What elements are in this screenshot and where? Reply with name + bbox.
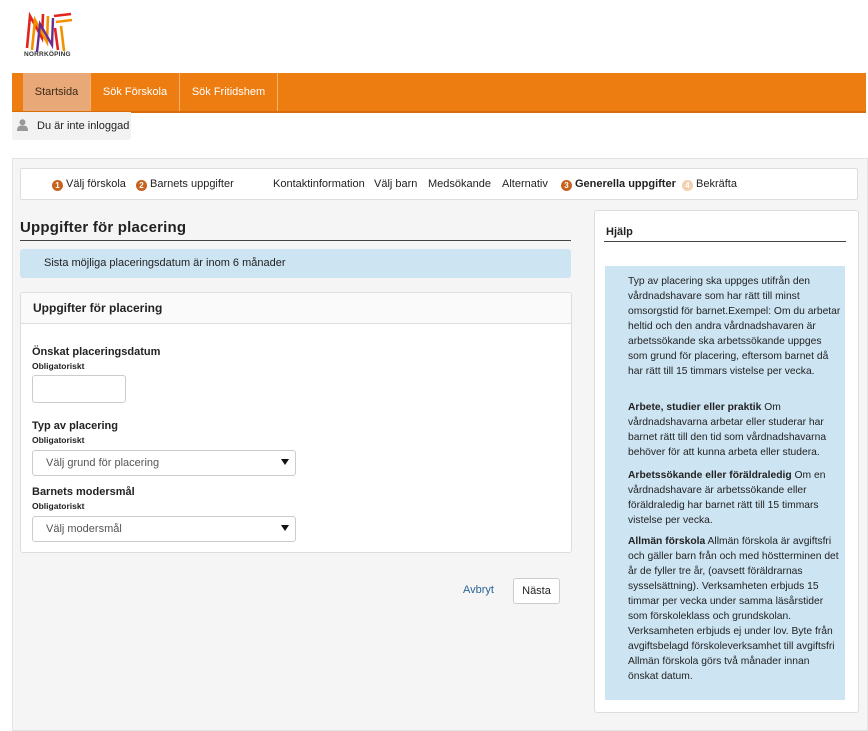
help-item-term: Arbete, studier eller praktik (628, 402, 762, 413)
step-number-icon: 2 (136, 180, 147, 191)
placement-type-label: Typ av placering (32, 420, 118, 432)
nav-sok-fritidshem[interactable]: Sök Fritidshem (180, 73, 278, 111)
login-status: Du är inte inloggad (12, 112, 131, 140)
step-number-icon: 1 (52, 180, 63, 191)
date-label: Önskat placeringsdatum (32, 346, 161, 358)
divider (20, 240, 571, 241)
mother-tongue-label: Barnets modersmål (32, 486, 135, 498)
step-generella-uppgifter[interactable]: 3 Generella uppgifter (561, 169, 676, 199)
help-item: Allmän förskola Allmän förskola är avgif… (628, 534, 842, 684)
panel-title: Uppgifter för placering (33, 301, 163, 315)
divider (604, 241, 846, 242)
help-item-term: Allmän förskola (628, 536, 706, 547)
select-value: Välj modersmål (46, 523, 122, 535)
step-valj-barn[interactable]: Välj barn (374, 169, 417, 199)
login-text: Du är inte inloggad (37, 120, 130, 132)
brand-name: NORRKÖPING (24, 51, 71, 58)
mother-tongue-required: Obligatoriskt (32, 501, 85, 511)
user-icon (17, 119, 28, 131)
step-label: Generella uppgifter (575, 178, 676, 190)
mother-tongue-select[interactable]: Välj modersmål (32, 516, 296, 542)
help-title: Hjälp (606, 226, 633, 238)
step-number-icon: 4 (682, 180, 693, 191)
help-item-term: Arbetssökande eller föräldraledig (628, 470, 792, 481)
help-intro: Typ av placering ska uppges utifrån den … (628, 276, 841, 377)
placement-type-required: Obligatoriskt (32, 435, 85, 445)
wizard-steps: 1 Välj förskola 2 Barnets uppgifter Kontak… (20, 168, 858, 200)
step-barnets-uppgifter[interactable]: 2 Barnets uppgifter (136, 169, 234, 199)
select-value: Välj grund för placering (46, 457, 160, 469)
info-alert: Sista möjliga placeringsdatum är inom 6 … (20, 249, 571, 278)
step-bekrafta[interactable]: 4 Bekräfta (682, 169, 737, 199)
main-nav: Startsida Sök Förskola Sök Fritidshem (12, 73, 866, 113)
placement-date-input[interactable] (32, 375, 126, 403)
step-label: Barnets uppgifter (150, 178, 234, 190)
step-label: Bekräfta (696, 178, 737, 190)
nav-sok-forskola[interactable]: Sök Förskola (91, 73, 180, 111)
nav-startsida[interactable]: Startsida (23, 73, 91, 111)
help-content: Typ av placering ska uppges utifrån den … (605, 266, 845, 700)
date-required: Obligatoriskt (32, 361, 85, 371)
help-item: Arbetssökande eller föräldraledig Om en … (628, 468, 842, 528)
step-kontaktinformation[interactable]: Kontaktinformation (273, 169, 365, 199)
help-item-text: Allmän förskola är avgiftsfri och gäller… (628, 536, 839, 682)
step-label: Välj förskola (66, 178, 126, 190)
step-medsokande[interactable]: Medsökande (428, 169, 491, 199)
dropdown-arrow-icon (281, 459, 289, 465)
info-text: Sista möjliga placeringsdatum är inom 6 … (44, 257, 286, 269)
panel-header: Uppgifter för placering (21, 293, 571, 324)
placement-type-select[interactable]: Välj grund för placering (32, 450, 296, 476)
dropdown-arrow-icon (281, 525, 289, 531)
next-button[interactable]: Nästa (513, 578, 560, 604)
step-alternativ[interactable]: Alternativ (502, 169, 548, 199)
step-number-icon: 3 (561, 180, 572, 191)
help-item: Arbete, studier eller praktik Om vårdnad… (628, 400, 842, 460)
step-valj-forskola[interactable]: 1 Välj förskola (52, 169, 126, 199)
page-title: Uppgifter för placering (20, 219, 187, 236)
cancel-link[interactable]: Avbryt (463, 584, 494, 596)
